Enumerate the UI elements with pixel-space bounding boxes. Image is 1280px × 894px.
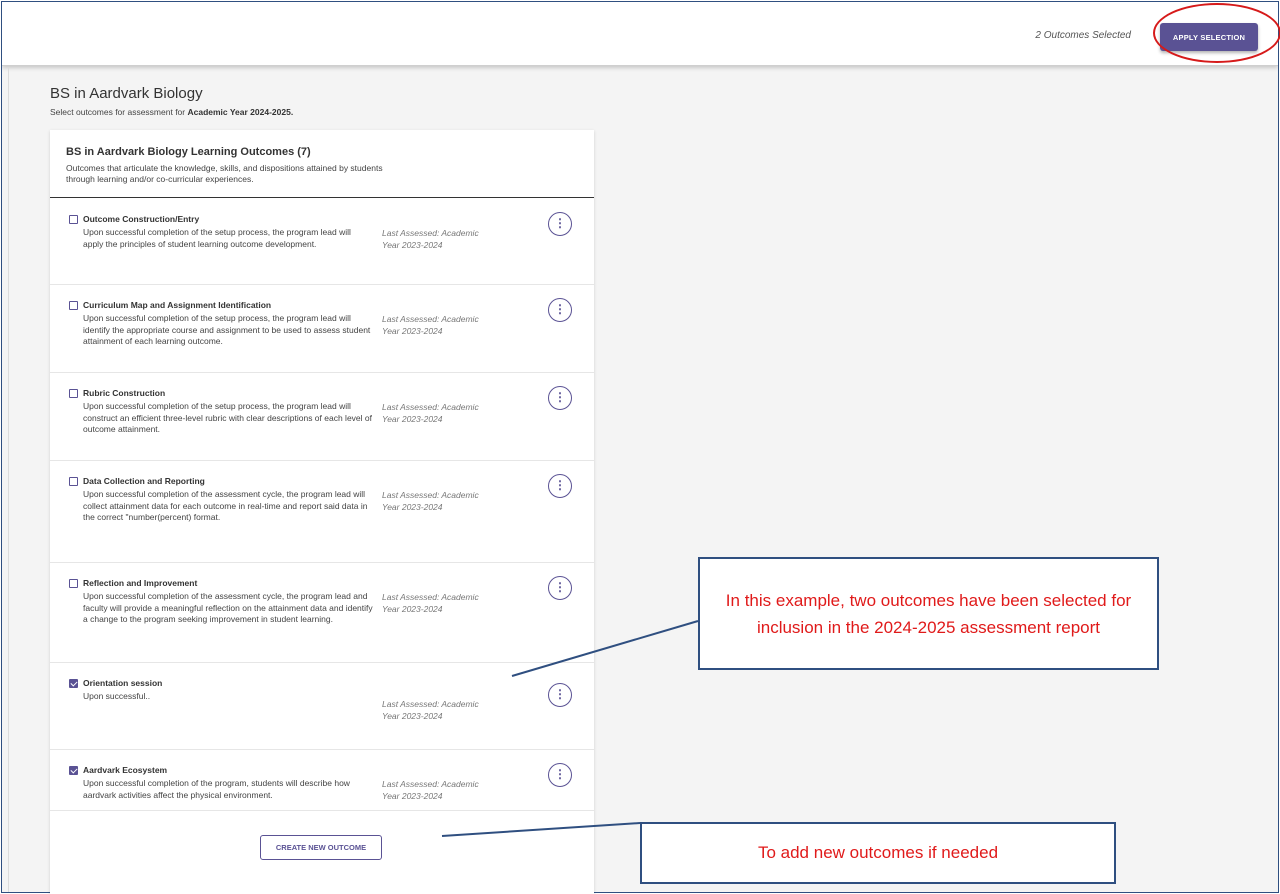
outcome-checkbox[interactable] [69,579,78,588]
more-options-icon[interactable]: ⋮ [548,212,572,236]
more-options-icon[interactable]: ⋮ [548,683,572,707]
top-bar: 2 Outcomes Selected APPLY SELECTION [2,2,1278,66]
outcome-item: Reflection and Improvement Upon successf… [50,563,594,663]
create-outcome-area: CREATE NEW OUTCOME [50,810,594,894]
last-assessed: Last Assessed: Academic Year 2023-2024 [382,402,479,424]
card-header: BS in Aardvark Biology Learning Outcomes… [50,130,594,198]
outcome-title: Outcome Construction/Entry [83,214,200,224]
outcome-description: Upon successful completion of the assess… [83,489,368,522]
outcome-item: Aardvark Ecosystem Upon successful compl… [50,750,594,810]
selected-count: 2 Outcomes Selected [1035,30,1131,41]
page-title: BS in Aardvark Biology [50,85,203,102]
highlight-circle [1153,3,1280,63]
outcome-checkbox[interactable] [69,389,78,398]
more-options-icon[interactable]: ⋮ [548,298,572,322]
more-options-icon[interactable]: ⋮ [548,576,572,600]
outcome-checkbox[interactable] [69,766,78,775]
last-assessed: Last Assessed: Academic Year 2023-2024 [382,228,479,250]
last-assessed: Last Assessed: Academic Year 2023-2024 [382,592,479,614]
outcome-description: Upon successful completion of the assess… [83,591,373,624]
outcome-checkbox[interactable] [69,301,78,310]
outcome-description: Upon successful completion of the progra… [83,778,350,800]
outcome-description: Upon successful completion of the setup … [83,401,372,434]
more-options-icon[interactable]: ⋮ [548,386,572,410]
outcome-title: Aardvark Ecosystem [83,765,168,775]
outcome-description: Upon successful completion of the setup … [83,313,371,346]
outcome-item: Curriculum Map and Assignment Identifica… [50,285,594,373]
outcome-description: Upon successful completion of the setup … [83,227,351,249]
more-options-icon[interactable]: ⋮ [548,474,572,498]
last-assessed: Last Assessed: Academic Year 2023-2024 [382,779,479,801]
last-assessed: Last Assessed: Academic Year 2023-2024 [382,699,479,721]
outcome-title: Rubric Construction [83,388,166,398]
left-divider [8,68,9,892]
create-new-outcome-button[interactable]: CREATE NEW OUTCOME [260,835,382,860]
outcome-title: Orientation session [83,678,163,688]
outcome-item: Outcome Construction/Entry Upon successf… [50,199,594,285]
last-assessed: Last Assessed: Academic Year 2023-2024 [382,490,479,512]
outcome-checkbox[interactable] [69,215,78,224]
subtitle-prefix: Select outcomes for assessment for [50,107,188,117]
outcome-item: Rubric Construction Upon successful comp… [50,373,594,461]
outcome-description: Upon successful.. [83,691,151,701]
last-assessed: Last Assessed: Academic Year 2023-2024 [382,314,479,336]
card-title: BS in Aardvark Biology Learning Outcomes… [66,146,311,158]
outcome-item: Data Collection and Reporting Upon succe… [50,461,594,563]
outcome-checkbox[interactable] [69,679,78,688]
outcome-title: Reflection and Improvement [83,578,198,588]
outcomes-card: BS in Aardvark Biology Learning Outcomes… [50,130,594,894]
selection-callout: In this example, two outcomes have been … [698,557,1159,670]
create-callout: To add new outcomes if needed [640,822,1116,884]
outcome-title: Data Collection and Reporting [83,476,205,486]
outcome-checkbox[interactable] [69,477,78,486]
outcome-item: Orientation session Upon successful.. La… [50,663,594,750]
academic-year: Academic Year 2024-2025. [187,107,294,117]
more-options-icon[interactable]: ⋮ [548,763,572,787]
outcome-title: Curriculum Map and Assignment Identifica… [83,300,272,310]
card-description: Outcomes that articulate the knowledge, … [66,163,383,184]
page-subtitle: Select outcomes for assessment for Acade… [50,107,293,117]
